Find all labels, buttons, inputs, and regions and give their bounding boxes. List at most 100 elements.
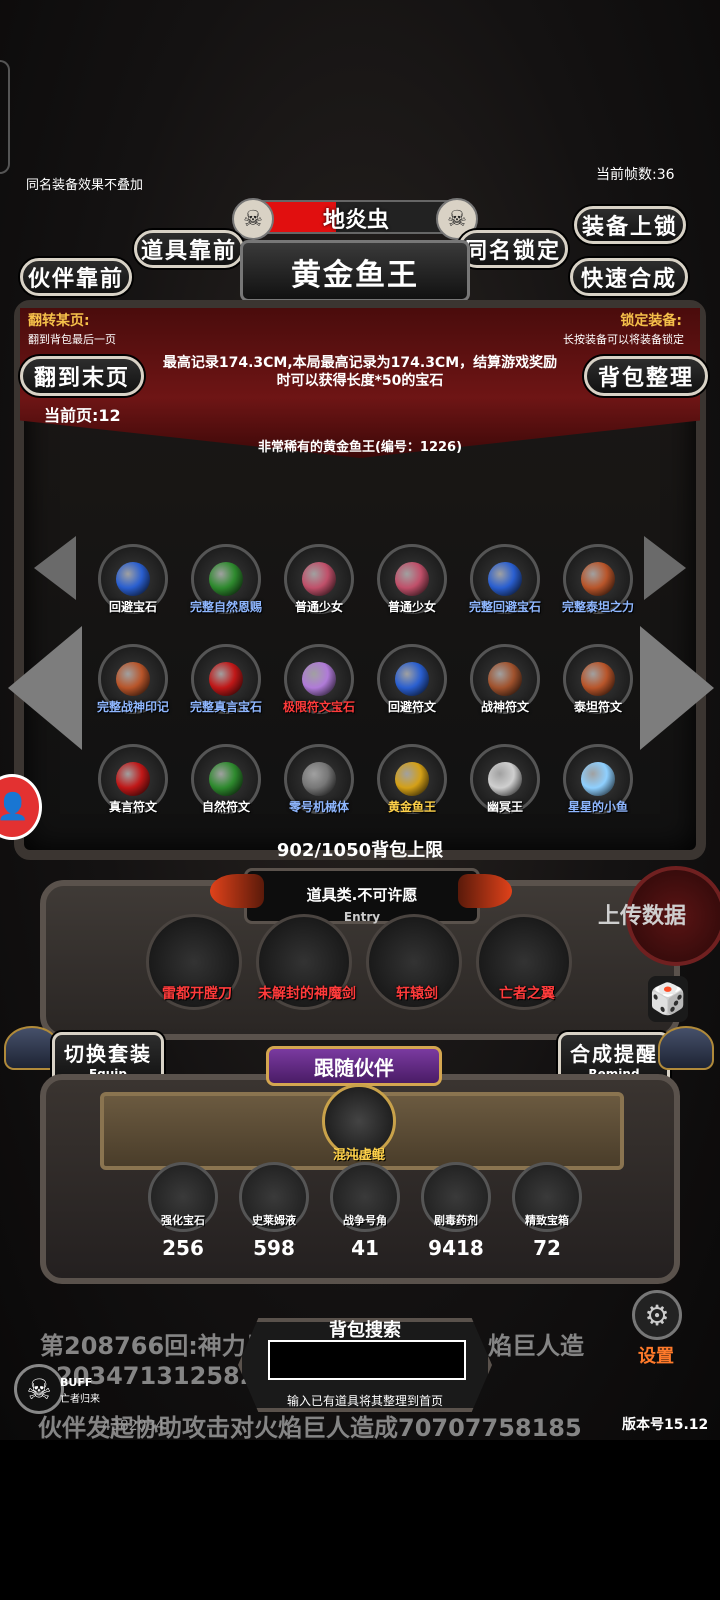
inventory-slot[interactable]: 完整回避宝石	[464, 538, 546, 634]
item-label: 完整自然恩赐	[189, 600, 262, 614]
item-gem-icon	[581, 562, 615, 596]
flame-ornament-left	[210, 874, 264, 908]
equipment-slot[interactable]: 未解封的神魔剑	[256, 914, 356, 1010]
item-label: 黄金鱼王	[387, 800, 436, 814]
inventory-slot[interactable]: 完整真言宝石	[185, 638, 267, 734]
item-gem-icon	[116, 562, 150, 596]
flip-page-title: 翻转某页:	[28, 313, 90, 329]
inventory-slot[interactable]: 完整自然恩赐	[185, 538, 267, 634]
partner-name: 混沌虚鲲	[332, 1148, 385, 1163]
item-gem-icon	[209, 762, 243, 796]
equipment-label: 未解封的神魔剑	[258, 986, 356, 1002]
inventory-slot[interactable]: 幽冥王	[464, 738, 546, 834]
search-hint: 输入已有道具将其整理到首页	[286, 1394, 443, 1408]
item-gem-icon	[395, 762, 429, 796]
inventory-slot[interactable]: 极限符文宝石	[278, 638, 360, 734]
item-gem-icon	[581, 662, 615, 696]
resource-name: 剧毒药剂	[434, 1214, 478, 1227]
item-gem-icon	[116, 662, 150, 696]
inventory-slot[interactable]: 普通少女	[278, 538, 360, 634]
buff-sub: 亡者归来	[60, 1394, 100, 1405]
inventory-slot[interactable]: 回避宝石	[92, 538, 174, 634]
inventory-slot[interactable]: 真言符文	[92, 738, 174, 834]
inventory-slot[interactable]: 回避符文	[371, 638, 453, 734]
item-label: 自然符文	[201, 800, 250, 814]
equip-lock-button[interactable]: 装备上锁	[574, 206, 686, 244]
next-page-arrow-small[interactable]	[644, 536, 686, 600]
last-page-button[interactable]: 翻到末页	[20, 356, 144, 396]
resource-slot[interactable]: 精致宝箱 72	[508, 1162, 586, 1262]
prev-page-arrow[interactable]	[8, 626, 82, 750]
inventory-slot[interactable]: 零号机械体	[278, 738, 360, 834]
resource-name: 战争号角	[343, 1214, 387, 1227]
item-label: 完整回避宝石	[468, 600, 541, 614]
resource-slot[interactable]: 强化宝石 256	[144, 1162, 222, 1262]
resource-count: 9418	[428, 1236, 484, 1260]
rarity-line: 非常稀有的黄金鱼王(编号：1226)	[257, 440, 463, 455]
item-gem-icon	[395, 562, 429, 596]
item-gem-icon	[488, 762, 522, 796]
resource-count: 598	[253, 1236, 295, 1260]
lock-equip-desc: 长按装备可以将装备锁定	[563, 333, 684, 346]
item-label: 幽冥王	[486, 800, 523, 814]
dice-icon[interactable]: 🎲	[648, 976, 688, 1022]
equipment-slot[interactable]: 雷都开膛刀	[146, 914, 242, 1010]
next-page-arrow[interactable]	[640, 626, 714, 750]
bag-sort-button[interactable]: 背包整理	[584, 356, 708, 396]
switch-set-label: 切换套装	[64, 1041, 152, 1066]
equipment-label: 雷都开膛刀	[162, 986, 232, 1002]
version-label: 版本号15.12	[622, 1417, 709, 1433]
item-label: 回避宝石	[108, 600, 157, 614]
no-stack-note: 同名装备效果不叠加	[26, 178, 144, 193]
resource-count: 72	[533, 1236, 561, 1260]
item-label: 极限符文宝石	[282, 700, 355, 714]
equipment-slot[interactable]: 轩辕剑	[366, 914, 462, 1010]
inventory-slot[interactable]: 泰坦符文	[557, 638, 639, 734]
resource-slot[interactable]: 史莱姆液 598	[235, 1162, 313, 1262]
item-label: 完整泰坦之力	[561, 600, 634, 614]
item-description: 最高记录174.3CM,本局最高记录为174.3CM，结算游戏奖励时可以获得长度…	[162, 355, 558, 389]
item-gem-icon	[302, 662, 336, 696]
same-name-lock-button[interactable]: 同名锁定	[458, 230, 568, 268]
item-gem-icon	[209, 562, 243, 596]
inventory-slot[interactable]: 普通少女	[371, 538, 453, 634]
left-edge-handle	[0, 60, 10, 174]
inventory-slot[interactable]: 完整战神印记	[92, 638, 174, 734]
boss-name: 地炎虫	[322, 208, 389, 233]
item-front-button[interactable]: 道具靠前	[134, 230, 244, 268]
helmet-icon-right	[658, 1026, 714, 1070]
resource-slot[interactable]: 战争号角 41	[326, 1162, 404, 1262]
item-label: 真言符文	[108, 800, 157, 814]
item-label: 普通少女	[294, 600, 343, 614]
resource-name: 强化宝石	[161, 1214, 205, 1227]
quick-merge-button[interactable]: 快速合成	[570, 258, 688, 296]
merge-remind-label: 合成提醒	[570, 1041, 658, 1066]
current-page: 当前页:12	[44, 406, 121, 425]
inventory-slot[interactable]: 战神符文	[464, 638, 546, 734]
partner-front-button[interactable]: 伙伴靠前	[20, 258, 132, 296]
flame-ornament-right	[458, 874, 512, 908]
equipment-slot[interactable]: 亡者之翼	[476, 914, 572, 1010]
follow-partner-title: 跟随伙伴	[314, 1056, 394, 1080]
inventory-slot[interactable]: 黄金鱼王	[371, 738, 453, 834]
lock-equip-title: 锁定装备:	[620, 313, 682, 329]
item-label: 普通少女	[387, 600, 436, 614]
item-label: 战神符文	[480, 700, 529, 714]
buff-label: BUFF	[60, 1376, 93, 1389]
item-gem-icon	[302, 762, 336, 796]
entry-title: 道具类.不可许愿	[306, 886, 418, 904]
inventory-slot[interactable]: 星星的小鱼	[557, 738, 639, 834]
log-line-4: 4382034	[102, 1418, 165, 1434]
search-input[interactable]	[268, 1340, 466, 1380]
item-gem-icon	[302, 562, 336, 596]
resource-slot[interactable]: 剧毒药剂 9418	[417, 1162, 495, 1262]
item-gem-icon	[488, 662, 522, 696]
inventory-slot[interactable]: 自然符文	[185, 738, 267, 834]
buff-skull-icon[interactable]: ☠	[14, 1364, 64, 1414]
prev-page-arrow-small[interactable]	[34, 536, 76, 600]
settings-gear-icon[interactable]: ⚙	[632, 1290, 682, 1340]
flip-page-desc: 翻到背包最后一页	[28, 333, 116, 346]
resource-count: 41	[351, 1236, 379, 1260]
inventory-slot[interactable]: 完整泰坦之力	[557, 538, 639, 634]
bag-capacity: 902/1050背包上限	[276, 840, 444, 861]
